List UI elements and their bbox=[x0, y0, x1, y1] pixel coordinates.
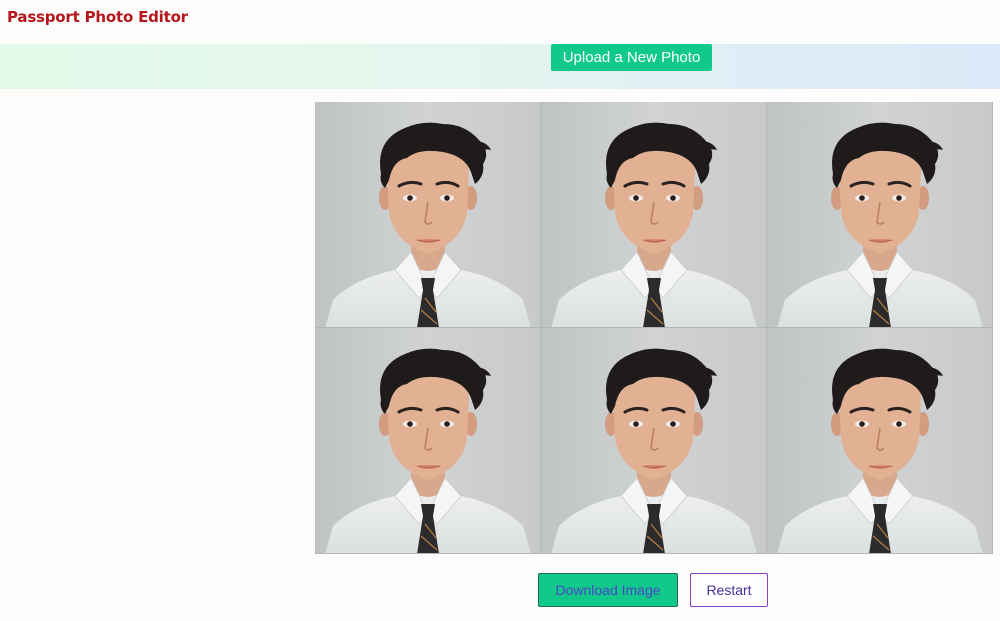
portrait-image bbox=[315, 328, 540, 553]
app-header: Passport Photo Editor bbox=[0, 0, 1000, 44]
portrait-image bbox=[541, 102, 766, 327]
upload-bar bbox=[0, 44, 1000, 89]
passport-photo-4 bbox=[315, 328, 541, 554]
app-title: Passport Photo Editor bbox=[7, 8, 188, 26]
passport-photo-6 bbox=[767, 328, 993, 554]
passport-photo-1 bbox=[315, 102, 541, 328]
passport-photo-2 bbox=[541, 102, 767, 328]
portrait-image bbox=[315, 102, 540, 327]
passport-photo-5 bbox=[541, 328, 767, 554]
action-buttons: Download Image Restart bbox=[0, 573, 1000, 607]
download-image-button[interactable]: Download Image bbox=[538, 573, 678, 607]
portrait-image bbox=[541, 328, 766, 553]
restart-button[interactable]: Restart bbox=[690, 573, 768, 607]
portrait-image bbox=[767, 328, 992, 553]
upload-photo-button[interactable]: Upload a New Photo bbox=[551, 44, 712, 71]
portrait-image bbox=[767, 102, 992, 327]
photo-sheet bbox=[315, 102, 993, 554]
passport-photo-3 bbox=[767, 102, 993, 328]
